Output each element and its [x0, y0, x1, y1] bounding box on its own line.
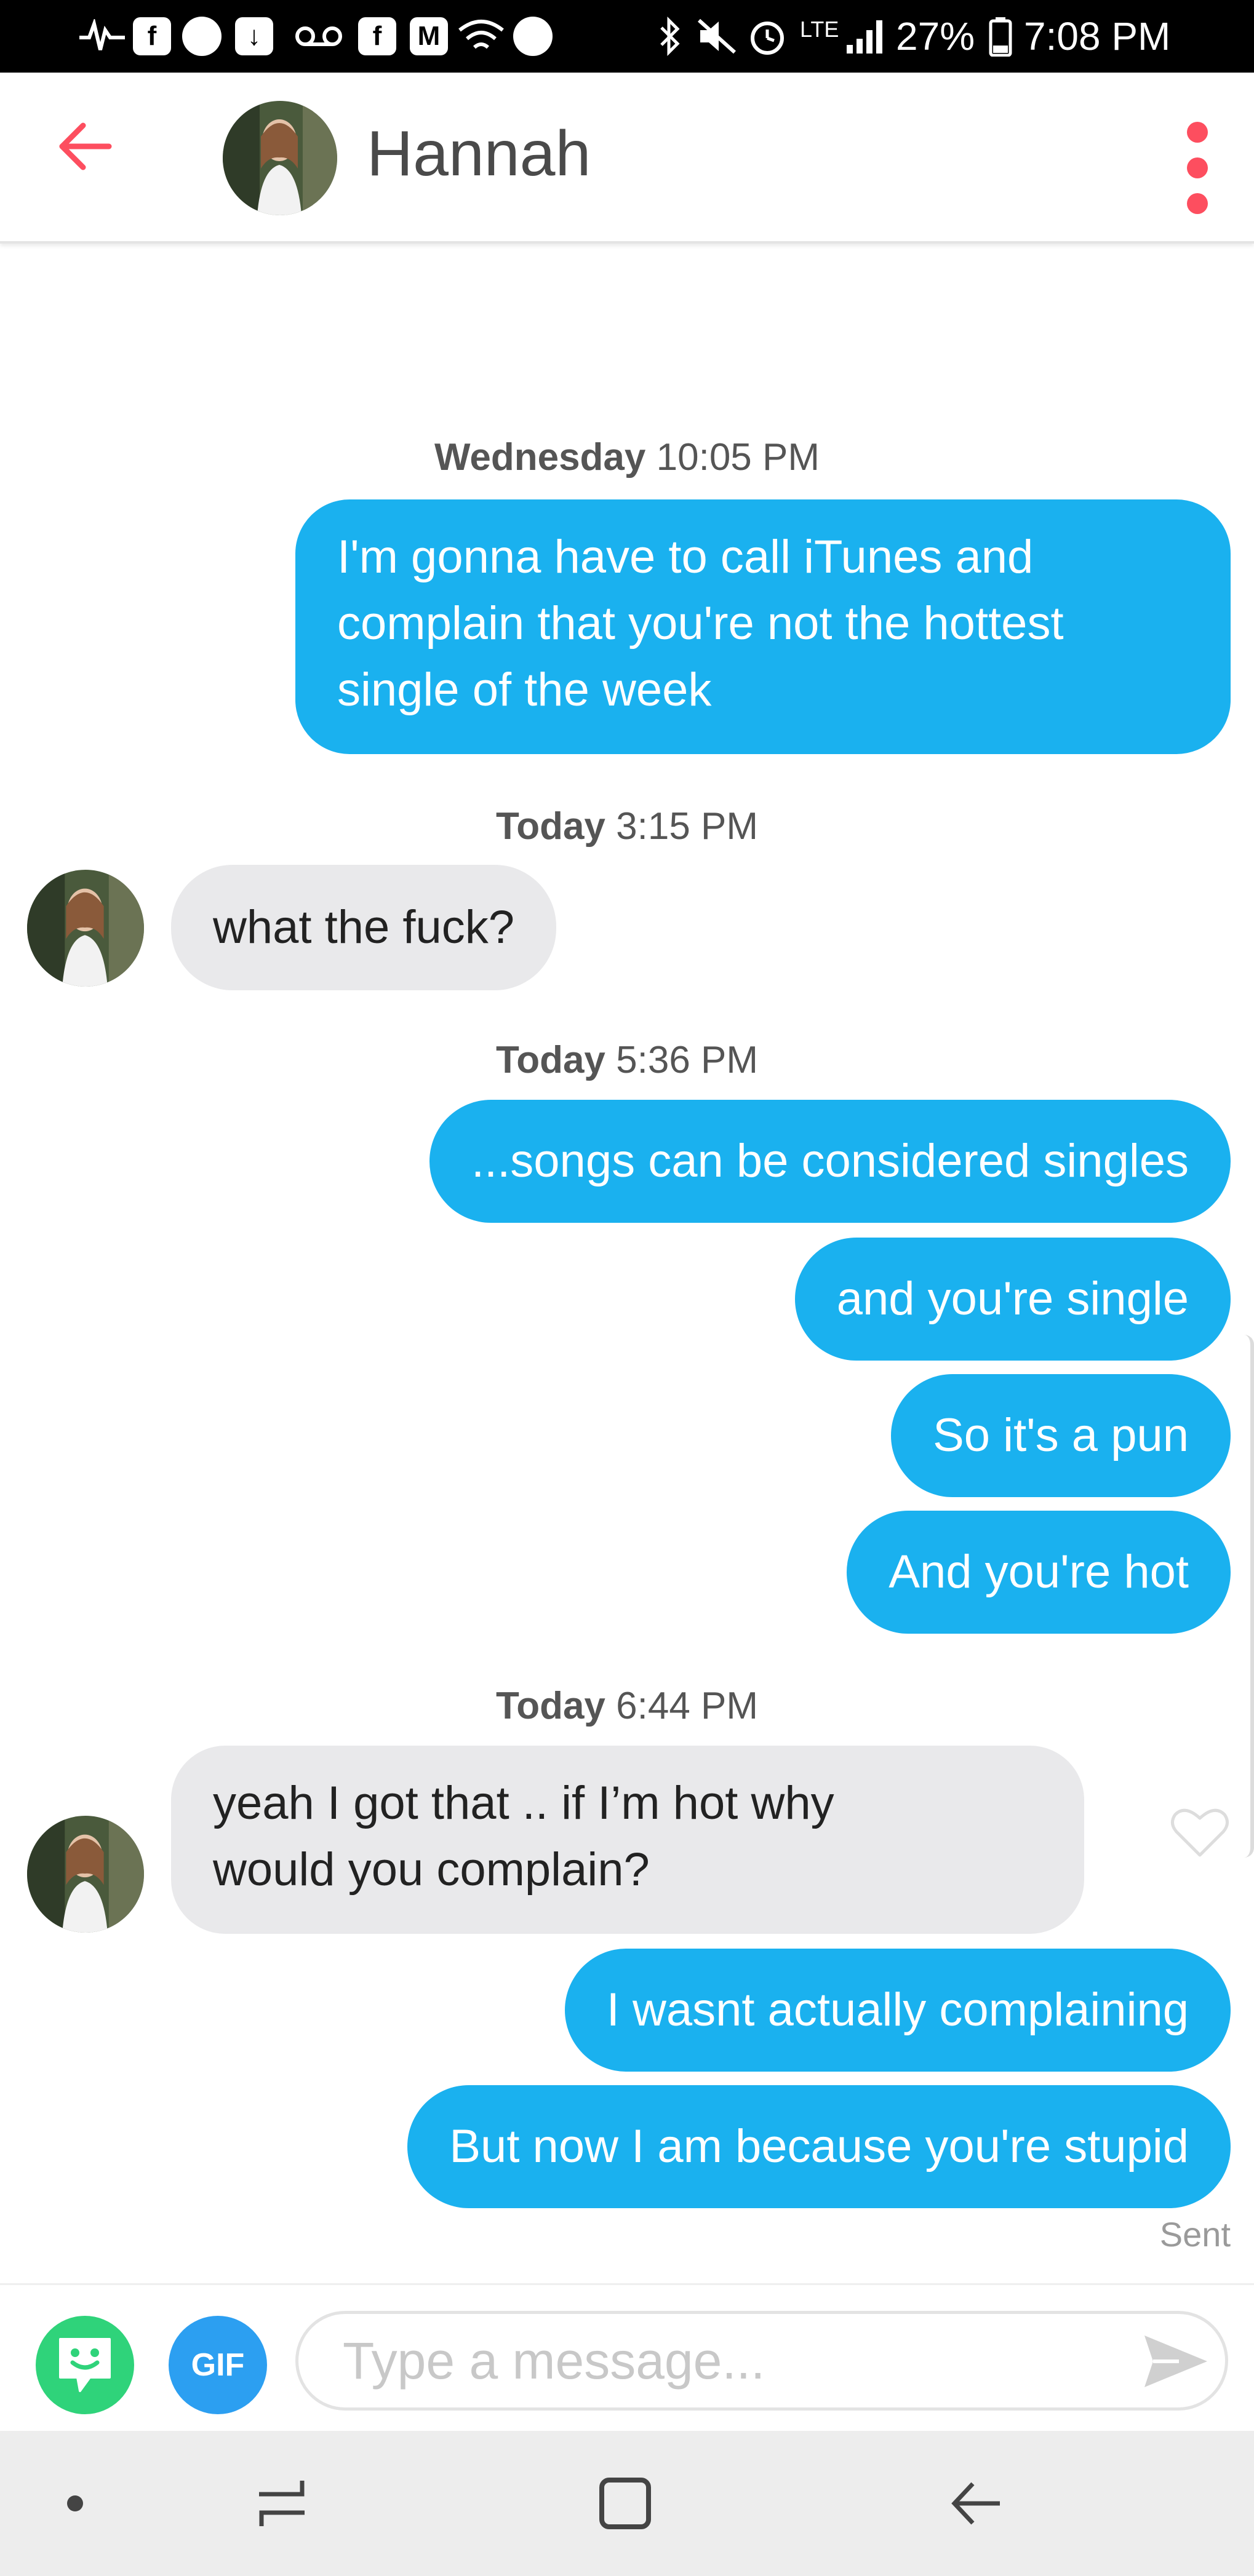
mute-icon [695, 14, 738, 59]
activity-icon [78, 14, 127, 59]
gif-button[interactable]: GIF [169, 2316, 267, 2414]
clock: 7:08 PM [1024, 14, 1171, 58]
system-nav-bar [0, 2431, 1254, 2576]
network-label: LTE [800, 17, 839, 42]
message-input[interactable] [295, 2311, 1228, 2411]
message-bubble-outgoing[interactable]: So it's a pun [891, 1374, 1231, 1497]
timestamp: Today 6:44 PM [495, 1685, 759, 1727]
dot-icon[interactable] [32, 2460, 118, 2546]
send-icon [1144, 2335, 1207, 2387]
battery-percent: 27% [896, 14, 975, 58]
facebook-icon: f [133, 14, 171, 59]
voicemail-icon [293, 14, 345, 59]
avatar[interactable] [223, 101, 337, 215]
timestamp: Today 5:36 PM [495, 1039, 759, 1081]
wifi-icon [457, 14, 506, 59]
bluetooth-icon [655, 14, 685, 59]
gmail-icon: M [410, 14, 448, 59]
sticker-button[interactable] [36, 2316, 134, 2414]
recent-apps-icon[interactable] [239, 2460, 325, 2546]
more-vertical-icon[interactable] [1173, 122, 1222, 214]
back-icon[interactable] [933, 2460, 1019, 2546]
message-composer: GIF [0, 2283, 1254, 2431]
sent-status: Sent [1159, 2215, 1231, 2254]
message-bubble-outgoing[interactable]: And you're hot [847, 1511, 1231, 1634]
facebook-icon: f [358, 14, 396, 59]
chat-header: Hannah [0, 73, 1254, 244]
battery-icon [987, 14, 1014, 59]
avatar[interactable] [27, 870, 144, 987]
message-bubble-outgoing[interactable]: I wasnt actually complaining [564, 1949, 1231, 2072]
status-bar: f ↓ f M LTE 27% 7:08 PM [0, 0, 1254, 73]
message-bubble-outgoing[interactable]: ...songs can be considered singles [429, 1100, 1231, 1223]
send-button[interactable] [1142, 2331, 1210, 2392]
message-bubble-incoming[interactable]: yeah I got that .. if I’m hot why would … [171, 1746, 1084, 1934]
message-bubble-outgoing[interactable]: and you're single [794, 1238, 1231, 1361]
alarm-icon [746, 14, 789, 59]
message-bubble-outgoing[interactable]: I'm gonna have to call iTunes and compla… [295, 499, 1231, 754]
download-icon: ↓ [235, 14, 273, 59]
contact-name[interactable]: Hannah [367, 117, 591, 191]
signal-icon [843, 14, 890, 59]
back-button[interactable] [54, 116, 116, 177]
sticker-icon [59, 2338, 111, 2392]
message-bubble-incoming[interactable]: what the fuck? [171, 865, 557, 990]
timestamp: Wednesday 10:05 PM [434, 436, 820, 479]
scrollbar[interactable] [1244, 1335, 1254, 1858]
sync-icon [513, 14, 553, 59]
like-heart-icon[interactable] [1169, 1805, 1231, 1860]
timestamp: Today 3:15 PM [495, 805, 759, 848]
messenger-icon [182, 14, 222, 59]
arrow-left-icon [59, 122, 112, 170]
home-icon[interactable] [582, 2460, 668, 2546]
avatar[interactable] [27, 1816, 144, 1933]
message-bubble-outgoing[interactable]: But now I am because you're stupid [407, 2085, 1231, 2208]
